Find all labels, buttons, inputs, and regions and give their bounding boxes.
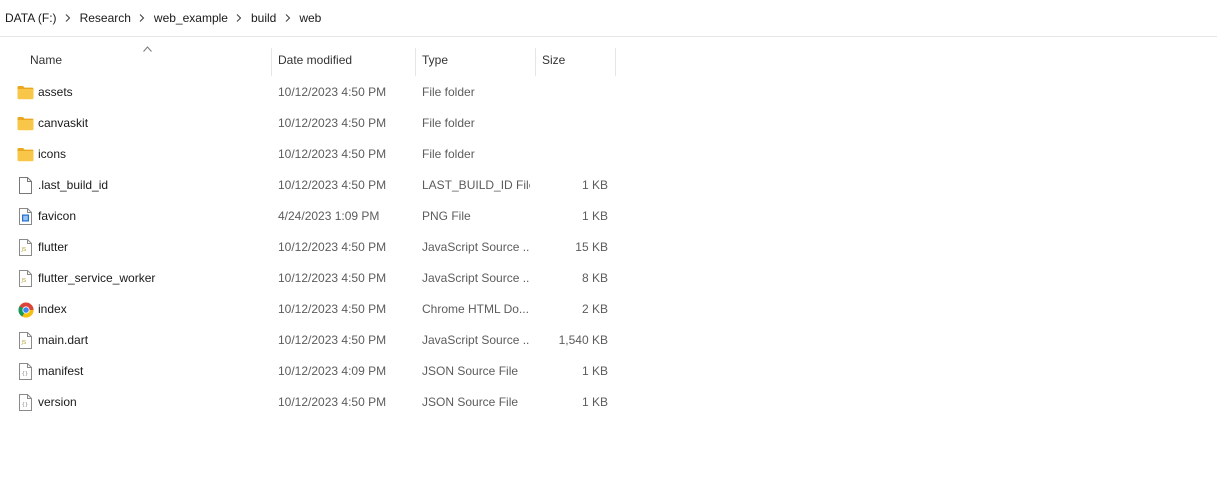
folder-icon [17, 84, 34, 101]
file-size: 2 KB [581, 302, 608, 316]
file-type: JSON Source File [422, 395, 519, 409]
column-divider[interactable] [615, 48, 616, 76]
folder-icon [17, 146, 34, 163]
js-file-icon: JS [17, 239, 34, 256]
file-row[interactable]: icons 10/12/2023 4:50 PM File folder [0, 139, 1217, 170]
svg-text:JS: JS [21, 340, 27, 346]
svg-text:JS: JS [21, 247, 27, 253]
file-row[interactable]: assets 10/12/2023 4:50 PM File folder [0, 77, 1217, 108]
file-name: canvaskit [38, 116, 89, 130]
column-header-type[interactable]: Type [422, 44, 534, 76]
chevron-right-icon[interactable] [228, 0, 251, 37]
file-date-modified: 10/12/2023 4:09 PM [278, 364, 387, 378]
file-type: JavaScript Source ... [422, 240, 530, 254]
file-date-modified: 10/12/2023 4:50 PM [278, 271, 387, 285]
json-file-icon: {} [17, 363, 34, 380]
blank-file-icon [17, 177, 34, 194]
address-bar[interactable]: DATA (F:) Research web_example build web [0, 0, 1217, 37]
js-file-icon: JS [17, 332, 34, 349]
breadcrumb-item-drive[interactable]: DATA (F:) [5, 0, 57, 37]
image-file-icon [17, 208, 34, 225]
file-size: 1 KB [581, 364, 608, 378]
file-row[interactable]: JS flutter_service_worker 10/12/2023 4:50… [0, 263, 1217, 294]
file-date-modified: 10/12/2023 4:50 PM [278, 302, 387, 316]
column-header-size[interactable]: Size [542, 44, 614, 76]
file-type: Chrome HTML Do... [422, 302, 529, 316]
file-name: icons [38, 147, 67, 161]
file-size [540, 77, 608, 108]
file-explorer-window: DATA (F:) Research web_example build web… [0, 0, 1217, 479]
svg-text:{}: {} [22, 371, 29, 377]
file-type: JavaScript Source ... [422, 271, 530, 285]
breadcrumb-item-web[interactable]: web [299, 0, 321, 37]
breadcrumb: DATA (F:) Research web_example build web [0, 0, 321, 36]
breadcrumb-item-build[interactable]: build [251, 0, 276, 37]
file-type: File folder [422, 85, 475, 99]
file-row[interactable]: index 10/12/2023 4:50 PM Chrome HTML Do...… [0, 294, 1217, 325]
column-divider[interactable] [271, 48, 272, 76]
file-size: 8 KB [581, 271, 608, 285]
json-file-icon: {} [17, 394, 34, 411]
file-date-modified: 10/12/2023 4:50 PM [278, 178, 387, 192]
column-header-name[interactable]: Name [30, 44, 270, 76]
file-type: JavaScript Source ... [422, 333, 530, 347]
column-divider[interactable] [415, 48, 416, 76]
chevron-right-icon[interactable] [57, 0, 80, 37]
column-header-row: Name Date modified Type Size [0, 44, 1217, 76]
file-size: 1,540 KB [558, 333, 608, 347]
file-type: LAST_BUILD_ID File [422, 178, 530, 192]
file-row[interactable]: favicon 4/24/2023 1:09 PM PNG File 1 KB [0, 201, 1217, 232]
file-size: 1 KB [581, 178, 608, 192]
svg-text:JS: JS [21, 278, 27, 284]
file-type: PNG File [422, 209, 471, 223]
file-size: 1 KB [581, 395, 608, 409]
file-row[interactable]: .last_build_id 10/12/2023 4:50 PM LAST_BUI… [0, 170, 1217, 201]
chevron-right-icon[interactable] [131, 0, 154, 37]
file-name: flutter_service_worker [38, 271, 156, 285]
file-row[interactable]: JS main.dart 10/12/2023 4:50 PM JavaScript… [0, 325, 1217, 356]
file-row[interactable]: canvaskit 10/12/2023 4:50 PM File folder [0, 108, 1217, 139]
file-name: index [38, 302, 67, 316]
file-date-modified: 10/12/2023 4:50 PM [278, 147, 387, 161]
file-type: File folder [422, 116, 475, 130]
file-name: flutter [38, 240, 69, 254]
chevron-right-icon[interactable] [276, 0, 299, 37]
breadcrumb-item-web-example[interactable]: web_example [154, 0, 228, 37]
file-size: 1 KB [581, 209, 608, 223]
js-file-icon: JS [17, 270, 34, 287]
file-row[interactable]: JS flutter 10/12/2023 4:50 PM JavaScript S… [0, 232, 1217, 263]
file-type: JSON Source File [422, 364, 519, 378]
file-size [540, 108, 608, 139]
folder-icon [17, 115, 34, 132]
file-name: .last_build_id [38, 178, 109, 192]
file-date-modified: 10/12/2023 4:50 PM [278, 116, 387, 130]
file-name: version [38, 395, 77, 409]
file-size: 15 KB [575, 240, 608, 254]
file-date-modified: 10/12/2023 4:50 PM [278, 240, 387, 254]
breadcrumb-item-research[interactable]: Research [80, 0, 131, 37]
file-type: File folder [422, 147, 475, 161]
file-date-modified: 10/12/2023 4:50 PM [278, 395, 387, 409]
file-name: favicon [38, 209, 77, 223]
chrome-icon [17, 301, 34, 318]
file-name: manifest [38, 364, 84, 378]
file-date-modified: 10/12/2023 4:50 PM [278, 85, 387, 99]
file-list: assets 10/12/2023 4:50 PM File folder canv… [0, 77, 1217, 418]
file-row[interactable]: {} manifest 10/12/2023 4:09 PM JSON Source… [0, 356, 1217, 387]
file-row[interactable]: {} version 10/12/2023 4:50 PM JSON Source … [0, 387, 1217, 418]
file-date-modified: 10/12/2023 4:50 PM [278, 333, 387, 347]
column-header-date-modified[interactable]: Date modified [278, 44, 414, 76]
file-size [540, 139, 608, 170]
column-divider[interactable] [535, 48, 536, 76]
file-name: main.dart [38, 333, 89, 347]
file-date-modified: 4/24/2023 1:09 PM [278, 209, 380, 223]
svg-text:{}: {} [22, 402, 29, 408]
file-name: assets [38, 85, 73, 99]
